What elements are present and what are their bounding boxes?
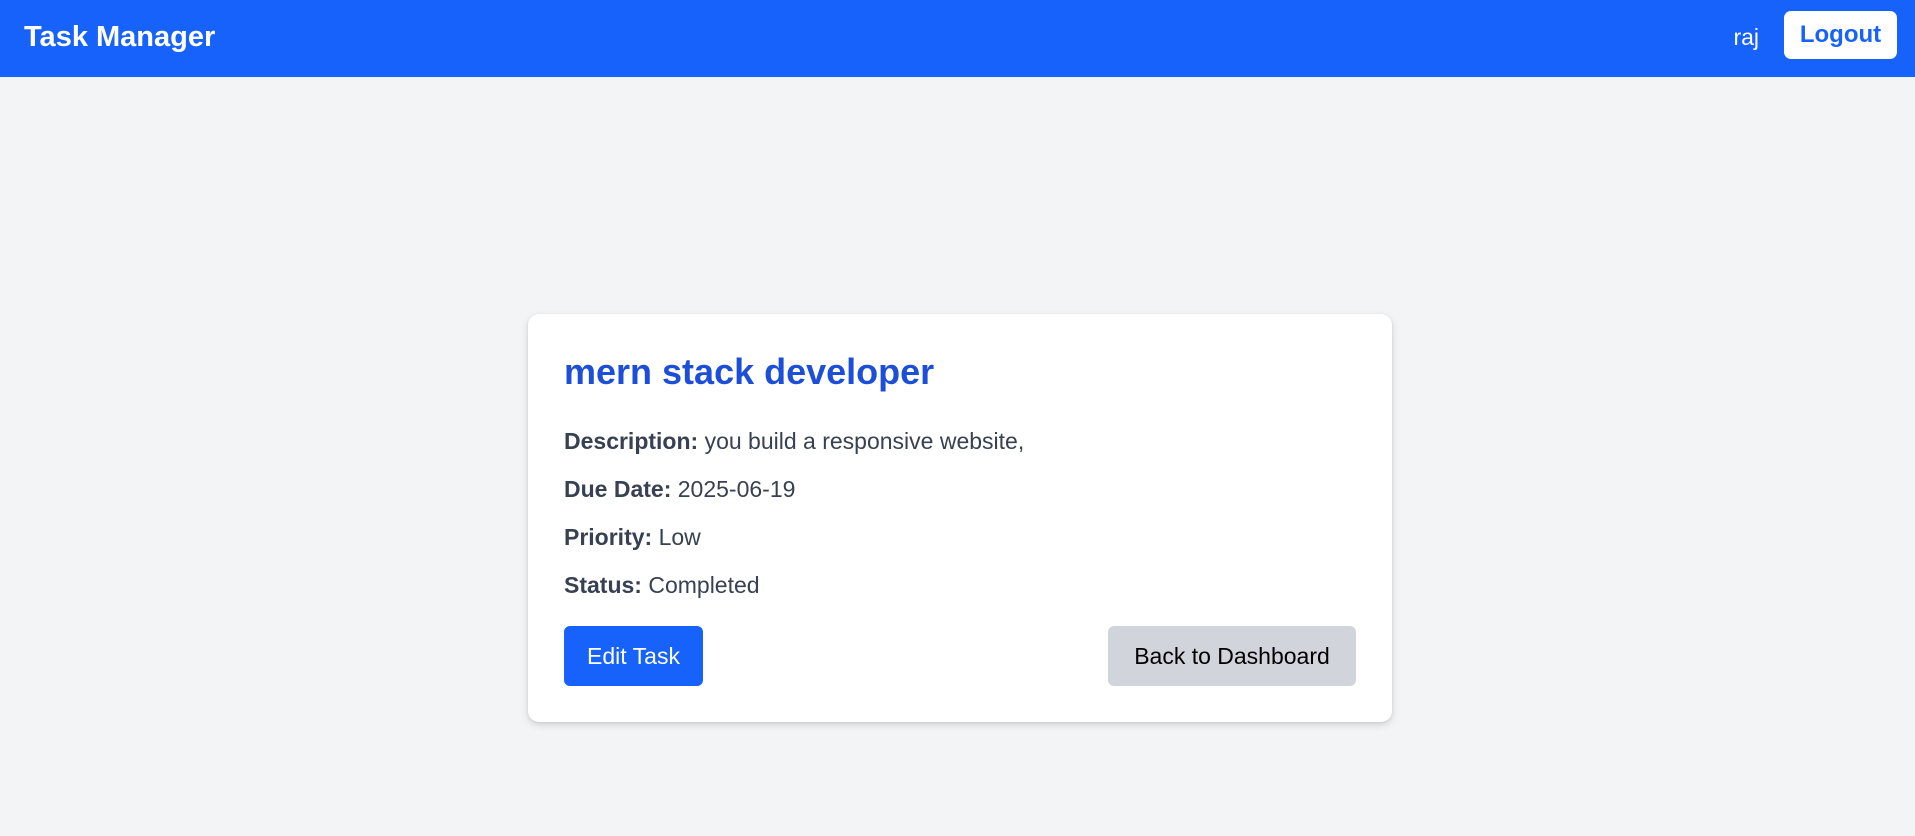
status-label: Status:: [564, 572, 642, 598]
task-due-date: Due Date: 2025-06-19: [564, 478, 795, 501]
back-to-dashboard-button[interactable]: Back to Dashboard: [1108, 626, 1356, 686]
due-date-value: 2025-06-19: [677, 476, 796, 502]
logout-button[interactable]: Logout: [1784, 11, 1897, 59]
status-value: Completed: [648, 572, 760, 598]
task-priority: Priority: Low: [564, 526, 701, 549]
top-navbar: Task Manager raj Logout: [0, 0, 1915, 77]
task-description: Description: you build a responsive webs…: [564, 430, 1024, 453]
description-value: you build a responsive website,: [704, 428, 1025, 454]
task-status: Status: Completed: [564, 574, 760, 597]
due-date-label: Due Date:: [564, 476, 672, 502]
edit-task-button[interactable]: Edit Task: [564, 626, 703, 686]
app-title: Task Manager: [24, 21, 216, 53]
priority-value: Low: [658, 524, 701, 550]
description-label: Description:: [564, 428, 699, 454]
task-detail-card: mern stack developer Description: you bu…: [528, 314, 1392, 722]
current-username: raj: [1733, 24, 1759, 50]
priority-label: Priority:: [564, 524, 653, 550]
task-title: mern stack developer: [564, 351, 935, 392]
